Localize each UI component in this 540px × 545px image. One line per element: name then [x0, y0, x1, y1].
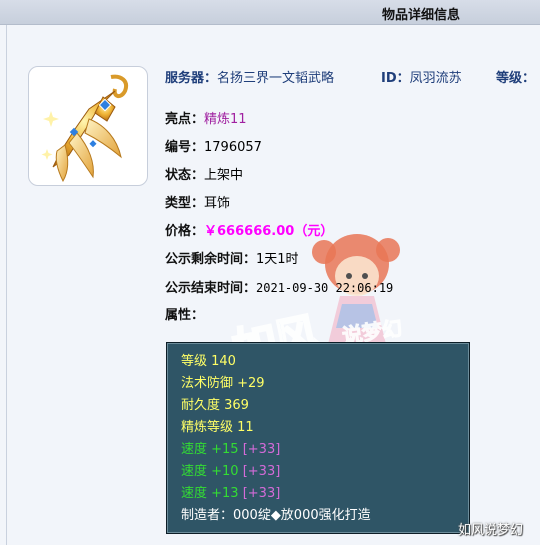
page-title: 物品详细信息: [382, 8, 461, 23]
attributes-panel: 等级 140 法术防御 +29 耐久度 369 精炼等级 11 速度 +15 […: [166, 342, 470, 534]
item-thumbnail[interactable]: [28, 66, 148, 186]
server-label: 服务器：: [165, 71, 218, 86]
status-row: 状态：上架中: [165, 167, 243, 185]
level-label: 等级：: [496, 71, 536, 86]
status-value: 上架中: [204, 168, 244, 183]
serial-row: 编号：1796057: [165, 139, 262, 157]
highlight-value: 精炼11: [204, 112, 247, 127]
highlight-row: 亮点：精炼11: [165, 111, 247, 129]
attr-row: 属性：: [165, 307, 204, 325]
attr-label: 属性：: [165, 308, 205, 323]
attr-durability: 耐久度 369: [181, 398, 249, 413]
end-time-row: 公示结束时间：2021-09-30 22:06:19: [165, 279, 393, 297]
attr-speed-1: 速度 +15 [+33]: [181, 439, 280, 460]
attr-refine-level: 精炼等级 11: [181, 420, 254, 435]
attr-speed-2: 速度 +10 [+33]: [181, 461, 280, 482]
id-label: ID：: [381, 71, 410, 86]
id-value: 凤羽流苏: [409, 71, 462, 86]
server-row: 服务器：名扬三界一文韬武略: [165, 70, 334, 88]
type-row: 类型：耳饰: [165, 195, 230, 213]
status-label: 状态：: [165, 168, 205, 183]
attr-speed-2-bonus: [+33]: [242, 464, 281, 479]
remaining-value: 1天1时: [256, 252, 299, 267]
end-time-value: 2021-09-30 22:06:19: [256, 281, 394, 295]
end-time-label: 公示结束时间：: [165, 281, 257, 296]
server-value: 名扬三界一文韬武略: [217, 71, 335, 86]
attr-speed-1-value: 速度 +15: [181, 442, 239, 457]
remaining-row: 公示剩余时间：1天1时: [165, 251, 299, 269]
earring-item-icon: [41, 74, 128, 183]
highlight-label: 亮点：: [165, 112, 205, 127]
type-label: 类型：: [165, 196, 205, 211]
corner-watermark: 如风说梦幻: [458, 523, 524, 538]
type-value: 耳饰: [204, 196, 231, 211]
attr-level: 等级 140: [181, 354, 236, 369]
id-row: ID：凤羽流苏: [381, 70, 462, 88]
attr-speed-3-bonus: [+33]: [242, 486, 281, 501]
attr-speed-3-value: 速度 +13: [181, 486, 239, 501]
serial-value: 1796057: [204, 140, 262, 155]
header-bar: 物品详细信息: [0, 0, 540, 25]
level-row: 等级：: [496, 70, 535, 88]
attr-magic-defense: 法术防御 +29: [181, 376, 265, 391]
attr-speed-1-bonus: [+33]: [242, 442, 281, 457]
serial-label: 编号：: [165, 140, 205, 155]
attr-maker: 制造者：000绽◆放000强化打造: [181, 508, 371, 523]
attr-speed-2-value: 速度 +10: [181, 464, 239, 479]
remaining-label: 公示剩余时间：: [165, 252, 257, 267]
left-divider: [6, 25, 7, 545]
attr-speed-3: 速度 +13 [+33]: [181, 483, 280, 504]
price-label: 价格：: [165, 224, 205, 239]
